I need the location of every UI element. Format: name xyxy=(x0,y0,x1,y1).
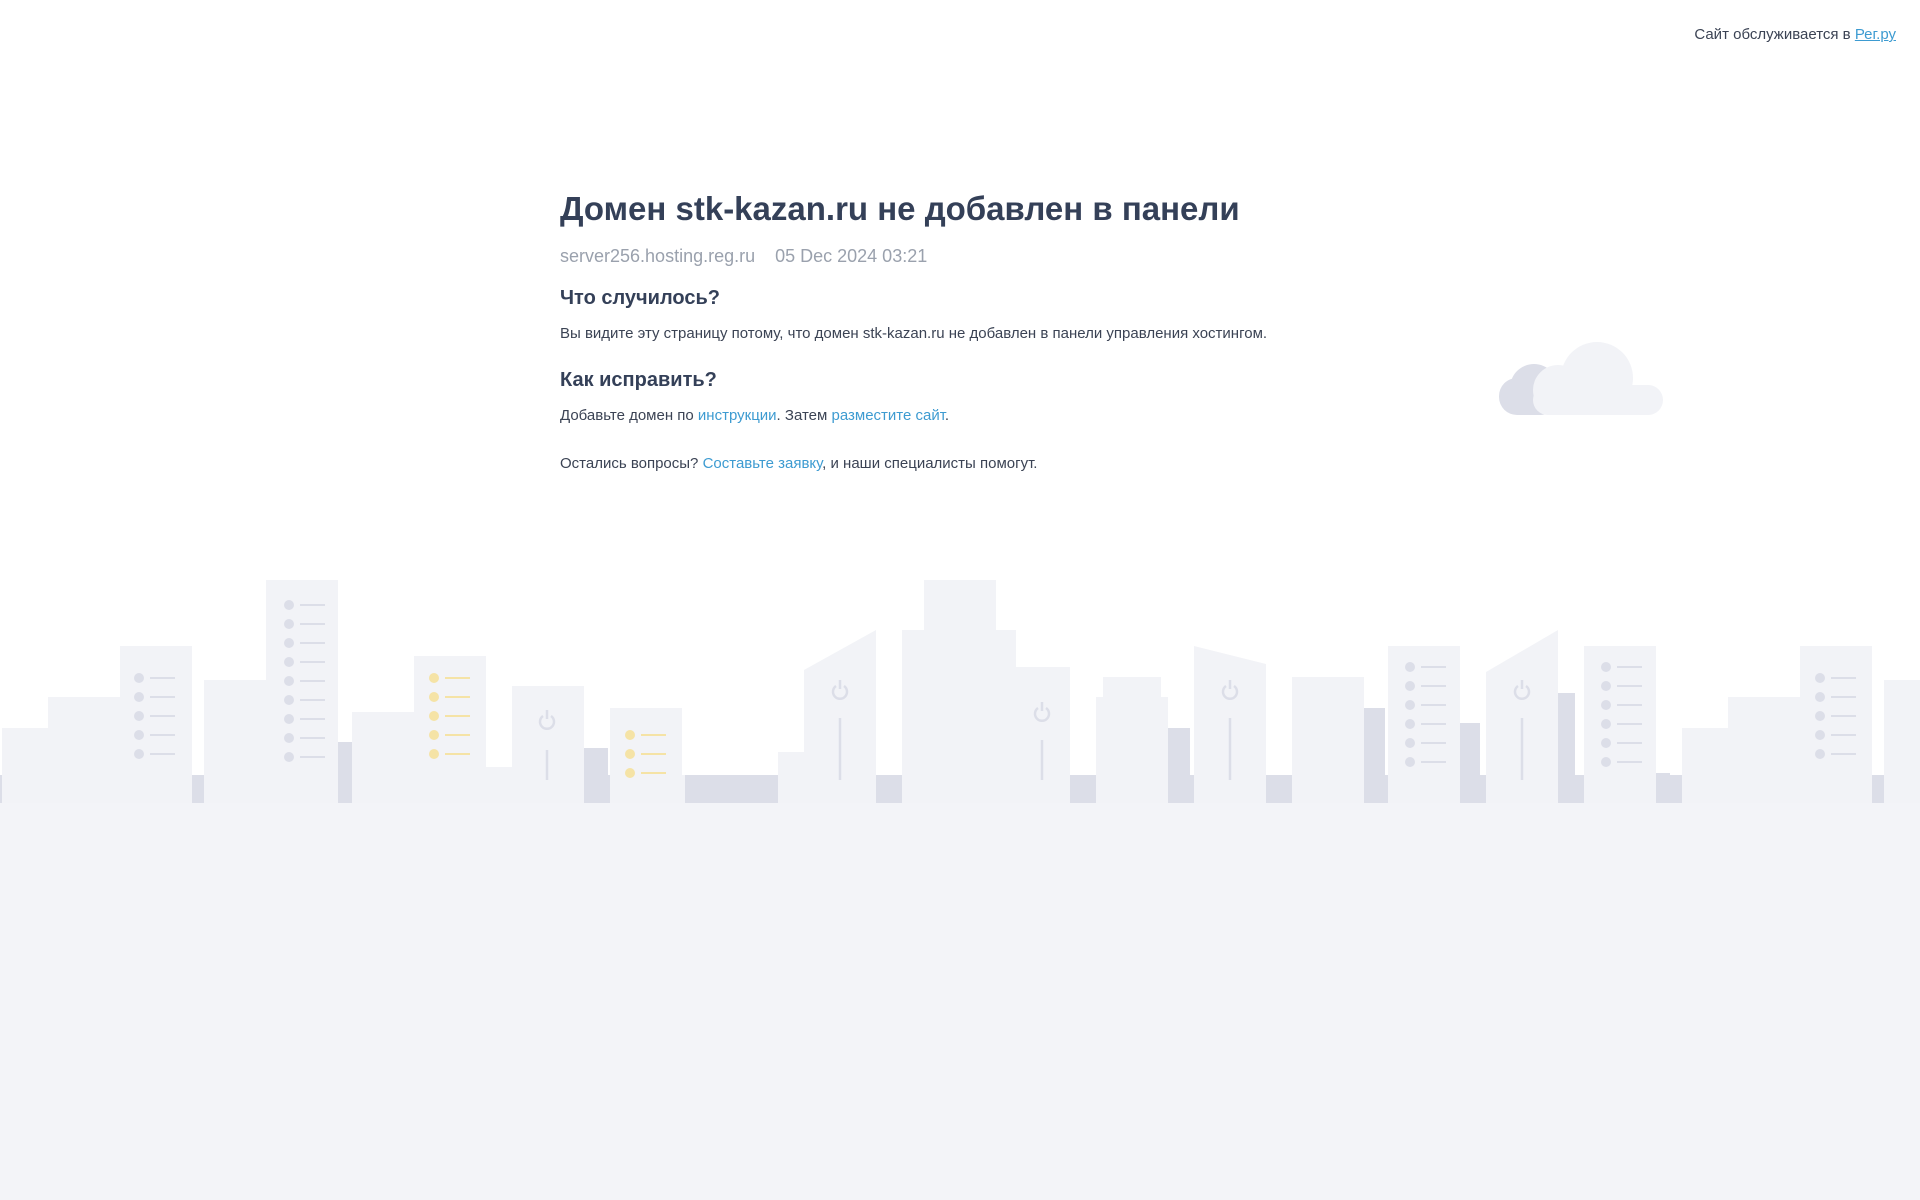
front-buildings xyxy=(2,580,1920,805)
page: Сайт обслуживается в Рег.ру Домен stk-ka… xyxy=(0,0,1920,1200)
fix-instructions: Добавьте домен по инструкции. Затем разм… xyxy=(560,406,1380,426)
cloud-icon xyxy=(1499,342,1663,415)
ground xyxy=(0,803,1920,1200)
server-meta: server256.hosting.reg.ru 05 Dec 2024 03:2… xyxy=(560,244,1380,268)
what-happened-text: Вы видите эту страницу потому, что домен… xyxy=(560,325,1268,342)
instructions-link[interactable]: инструкции xyxy=(698,407,777,424)
questions-text: Остались вопросы? Составьте заявку, и на… xyxy=(560,454,1380,474)
hosting-note-text: Сайт обслуживается в xyxy=(1694,26,1855,43)
hosting-note: Сайт обслуживается в Рег.ру xyxy=(1694,26,1896,43)
city-skyline xyxy=(0,580,1920,805)
fix-text-2: . Затем xyxy=(776,407,832,424)
timestamp: 05 Dec 2024 03:21 xyxy=(775,246,928,266)
place-site-link[interactable]: разместите сайт xyxy=(831,407,944,424)
questions-text-2: , и наши специалисты помогут. xyxy=(822,455,1038,472)
submit-request-link[interactable]: Составьте заявку xyxy=(703,455,823,472)
regru-link[interactable]: Рег.ру xyxy=(1855,26,1896,43)
main-content: Домен stk-kazan.ru не добавлен в панели … xyxy=(560,187,1380,474)
page-title: Домен stk-kazan.ru не добавлен в панели xyxy=(560,190,1240,227)
server-name: server256.hosting.reg.ru xyxy=(560,246,756,266)
fix-text-3: . xyxy=(944,407,950,424)
questions-text-1: Остались вопросы? xyxy=(560,455,703,472)
what-happened-heading: Что случилось? xyxy=(560,287,720,309)
fix-text-1: Добавьте домен по xyxy=(560,407,698,424)
how-fix-heading: Как исправить? xyxy=(560,369,717,391)
